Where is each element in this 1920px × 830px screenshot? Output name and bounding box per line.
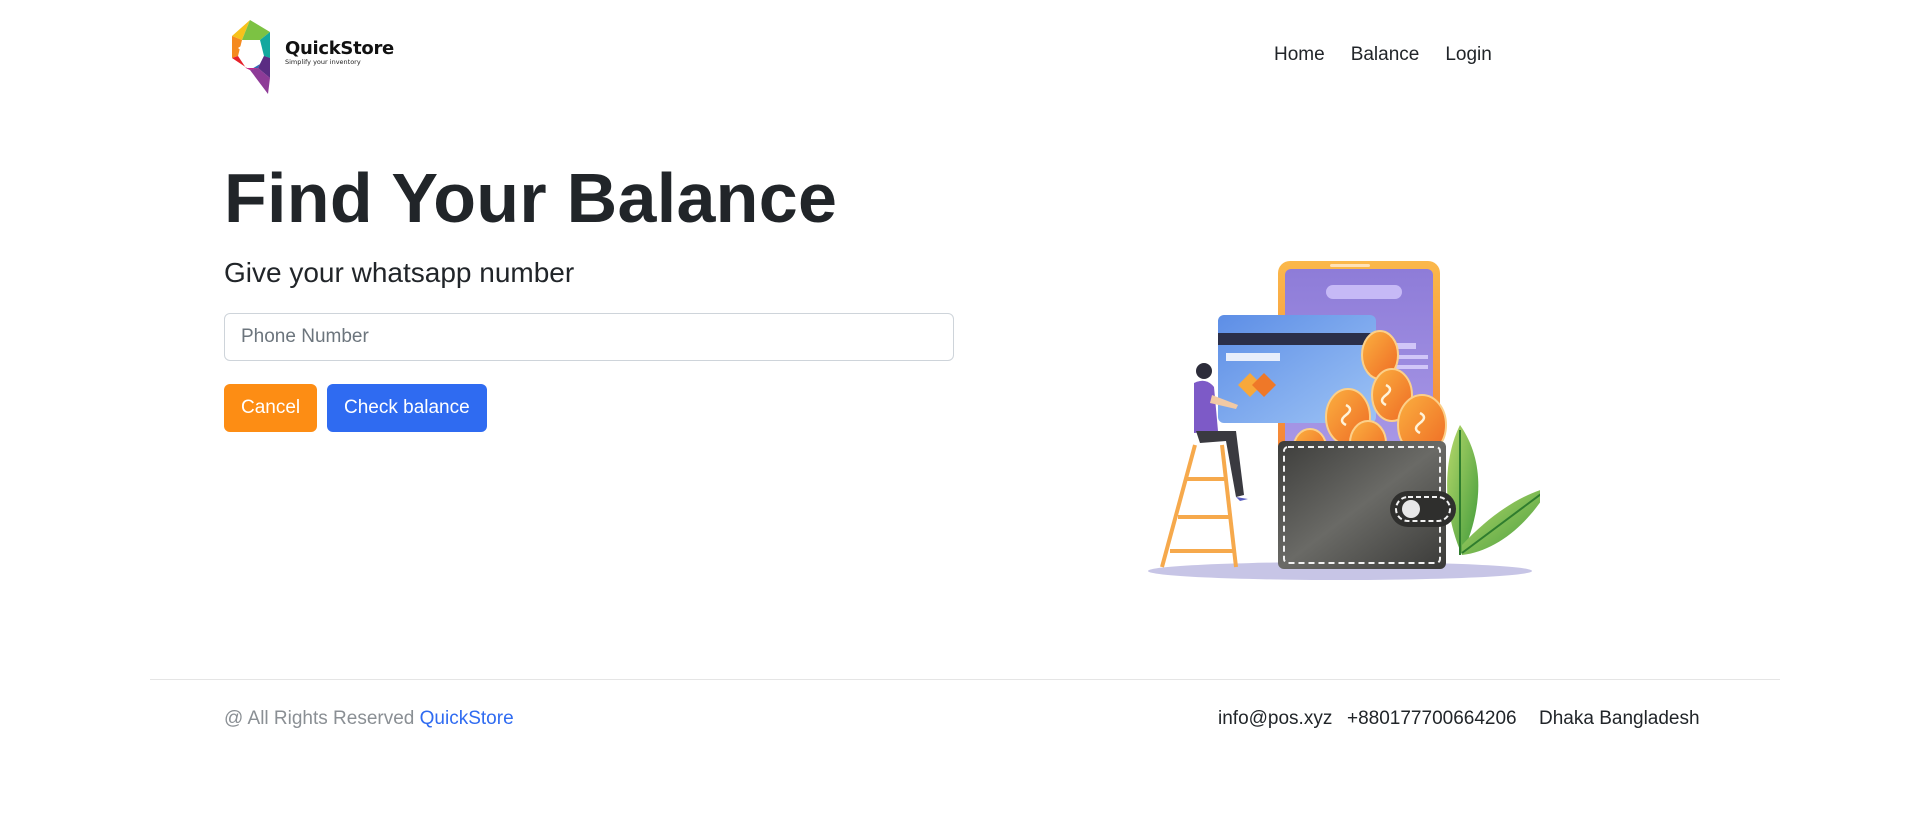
copyright-prefix: @ All Rights Reserved <box>224 708 415 729</box>
wallet-coins-illustration <box>1148 261 1540 580</box>
logo-wordmark[interactable]: QuickStore Simplify your inventory <box>285 38 394 66</box>
page-subtitle: Give your whatsapp number <box>224 257 575 288</box>
nav-login-link[interactable]: Login <box>1432 44 1505 66</box>
check-balance-button[interactable]: Check balance <box>327 384 487 432</box>
cancel-button[interactable]: Cancel <box>224 384 318 432</box>
nav-balance-link[interactable]: Balance <box>1338 44 1433 66</box>
nav-home-link[interactable]: Home <box>1274 44 1338 66</box>
phone-number-input[interactable] <box>224 313 954 361</box>
page-title: Find Your Balance <box>224 159 838 237</box>
footer-phone[interactable]: +880177700664206 <box>1347 708 1517 730</box>
copyright-text: @ All Rights Reserved QuickStore <box>224 708 514 730</box>
footer-email[interactable]: info@pos.xyz <box>1218 708 1332 730</box>
footer-address: Dhaka Bangladesh <box>1539 708 1700 729</box>
copyright-brand-link[interactable]: QuickStore <box>420 708 514 729</box>
top-nav: Home Balance Login <box>1274 44 1505 66</box>
footer-divider <box>150 679 1780 680</box>
brand-tagline: Simplify your inventory <box>285 58 361 66</box>
brand-name: QuickStore <box>285 38 394 59</box>
